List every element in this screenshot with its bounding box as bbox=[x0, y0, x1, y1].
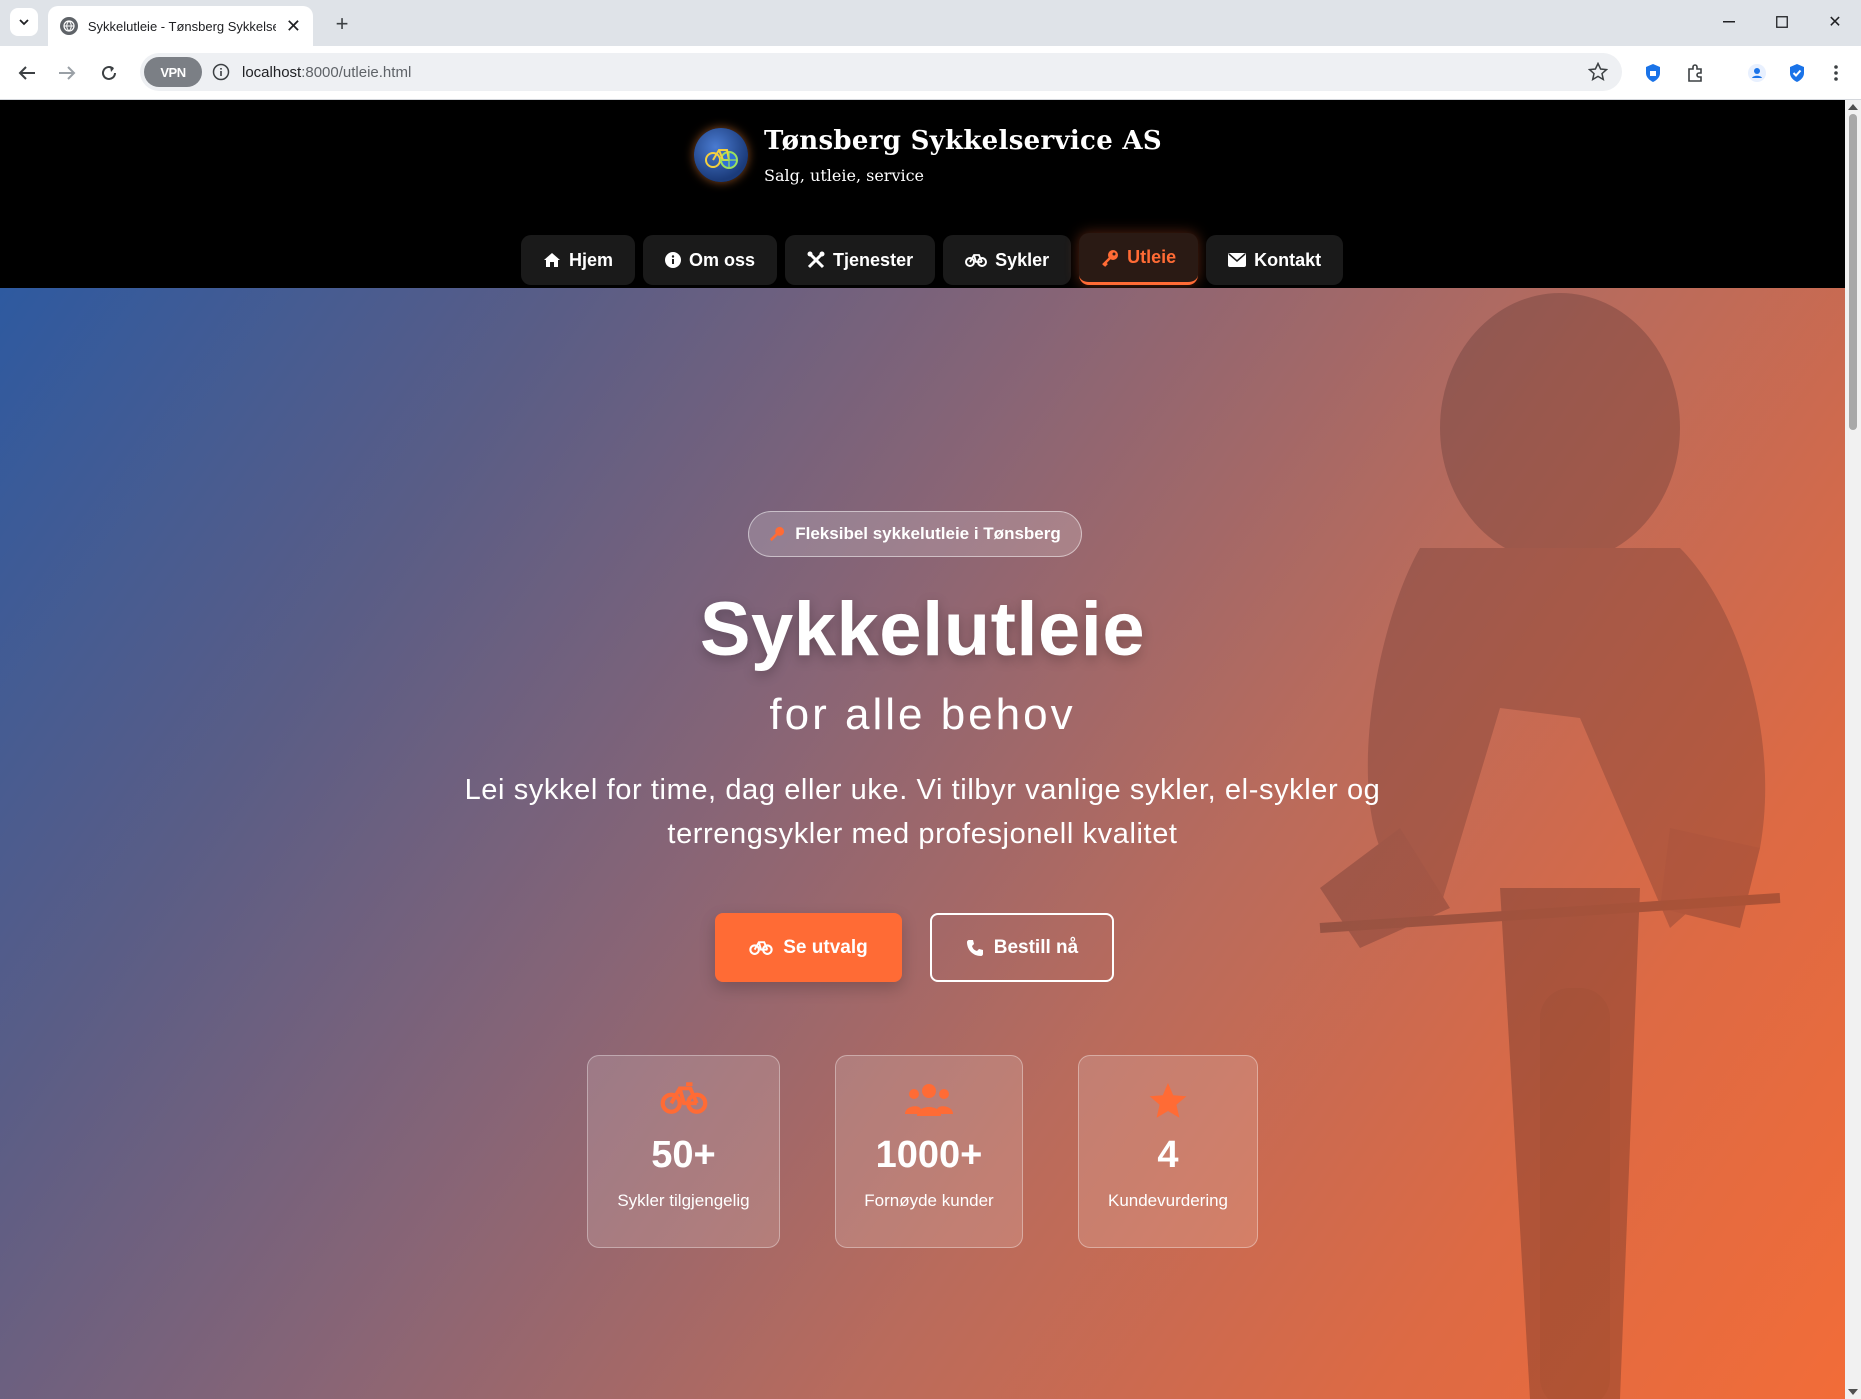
tab-title: Sykkelutleie - Tønsberg Sykkelservice AS bbox=[87, 18, 276, 34]
nav-label: Kontakt bbox=[1254, 249, 1322, 270]
maximize-icon[interactable] bbox=[1762, 8, 1802, 36]
button-label: Se utvalg bbox=[783, 936, 868, 958]
tools-icon bbox=[807, 251, 825, 269]
stat-label: Kundevurdering bbox=[1107, 1191, 1229, 1210]
profile-avatar-icon[interactable] bbox=[1744, 60, 1770, 86]
browser-tab-strip: Sykkelutleie - Tønsberg Sykkelservice AS… bbox=[0, 0, 1861, 46]
site-subtitle: Salg, utleie, service bbox=[764, 166, 925, 185]
chevron-down-icon bbox=[19, 19, 29, 26]
extensions-puzzle-icon[interactable] bbox=[1682, 60, 1708, 86]
forward-arrow-icon[interactable] bbox=[52, 58, 82, 88]
se-utvalg-button[interactable]: Se utvalg bbox=[715, 913, 902, 982]
page-scrollbar[interactable] bbox=[1845, 100, 1861, 1399]
stat-label: Sykler tilgjengelig bbox=[617, 1191, 750, 1210]
bookmark-star-icon[interactable] bbox=[1588, 62, 1608, 82]
url-path: :8000/utleie.html bbox=[301, 63, 412, 81]
nav-label: Sykler bbox=[995, 249, 1050, 270]
nav-item-utleie[interactable]: Utleie bbox=[1079, 233, 1199, 285]
reload-icon[interactable] bbox=[94, 58, 124, 88]
hero-section: Fleksibel sykkelutleie i Tønsberg Sykkel… bbox=[0, 288, 1845, 1399]
users-icon bbox=[905, 1084, 953, 1116]
browser-tab-active[interactable]: Sykkelutleie - Tønsberg Sykkelservice AS… bbox=[48, 6, 313, 46]
nav-label: Tjenester bbox=[833, 249, 914, 270]
globe-icon bbox=[60, 17, 78, 35]
scroll-down-arrow-icon[interactable] bbox=[1848, 1389, 1858, 1395]
stat-label: Fornøyde kunder bbox=[864, 1191, 994, 1210]
scroll-up-arrow-icon[interactable] bbox=[1848, 104, 1858, 110]
key-icon bbox=[770, 526, 785, 542]
phone-icon bbox=[966, 939, 983, 956]
key-icon bbox=[1102, 249, 1119, 267]
hero-badge: Fleksibel sykkelutleie i Tønsberg bbox=[748, 511, 1082, 557]
browser-toolbar: VPN localhost:8000/utleie.html bbox=[0, 46, 1861, 100]
vpn-button[interactable]: VPN bbox=[144, 57, 202, 87]
nav-label: Hjem bbox=[569, 249, 614, 270]
hero-description: Lei sykkel for time, dag eller uke. Vi t… bbox=[464, 774, 1381, 850]
home-icon bbox=[544, 253, 560, 267]
more-menu-icon[interactable] bbox=[1823, 60, 1849, 86]
site-header: Tønsberg Sykkelservice AS Salg, utleie, … bbox=[0, 100, 1845, 288]
stat-card-rating: 4 Kundevurdering bbox=[1078, 1055, 1258, 1248]
stat-value: 50+ bbox=[651, 1134, 716, 1176]
tab-search-button[interactable] bbox=[10, 8, 38, 36]
stat-value: 4 bbox=[1157, 1134, 1179, 1176]
scrollbar-thumb[interactable] bbox=[1849, 114, 1857, 430]
stat-value: 1000+ bbox=[875, 1134, 983, 1176]
minimize-icon[interactable] bbox=[1709, 8, 1749, 36]
back-arrow-icon[interactable] bbox=[12, 58, 42, 88]
bicycle-icon bbox=[749, 941, 773, 955]
nav-item-sykler[interactable]: Sykler bbox=[943, 235, 1072, 285]
site-title: Tønsberg Sykkelservice AS bbox=[764, 126, 1162, 156]
site-info-icon[interactable] bbox=[212, 63, 230, 81]
hero-badge-text: Fleksibel sykkelutleie i Tønsberg bbox=[795, 524, 1061, 543]
close-window-icon[interactable]: ✕ bbox=[1815, 8, 1855, 36]
url-text: localhost:8000/utleie.html bbox=[242, 64, 411, 81]
button-label: Bestill nå bbox=[993, 936, 1079, 958]
stat-card-customers: 1000+ Fornøyde kunder bbox=[835, 1055, 1023, 1248]
tab-close-icon[interactable]: ✕ bbox=[286, 16, 301, 37]
shield-extension-icon[interactable] bbox=[1640, 60, 1666, 86]
nav-item-hjem[interactable]: Hjem bbox=[521, 235, 636, 285]
nav-label: Om oss bbox=[689, 249, 756, 270]
hero-title: Sykkelutleie bbox=[699, 587, 1146, 672]
logo-bicycle-icon bbox=[694, 128, 748, 182]
new-tab-icon[interactable]: + bbox=[328, 10, 356, 38]
bicycle-icon bbox=[965, 254, 988, 267]
url-host: localhost bbox=[242, 63, 302, 81]
star-icon bbox=[1149, 1083, 1187, 1118]
bestill-na-button[interactable]: Bestill nå bbox=[930, 913, 1114, 982]
bicycle-icon bbox=[660, 1082, 707, 1114]
security-shield-icon[interactable] bbox=[1784, 60, 1810, 86]
info-icon bbox=[665, 252, 682, 268]
nav-item-om-oss[interactable]: Om oss bbox=[643, 235, 778, 285]
address-bar[interactable]: VPN localhost:8000/utleie.html bbox=[140, 53, 1622, 91]
hero-subtitle: for alle behov bbox=[769, 690, 1076, 739]
brand[interactable]: Tønsberg Sykkelservice AS Salg, utleie, … bbox=[694, 126, 1162, 185]
envelope-icon bbox=[1228, 253, 1247, 267]
stat-card-bikes: 50+ Sykler tilgjengelig bbox=[587, 1055, 780, 1248]
web-page: Tønsberg Sykkelservice AS Salg, utleie, … bbox=[0, 100, 1845, 1399]
vpn-label: VPN bbox=[160, 64, 186, 80]
nav-label: Utleie bbox=[1127, 247, 1177, 267]
nav-item-tjenester[interactable]: Tjenester bbox=[785, 235, 936, 285]
nav-item-kontakt[interactable]: Kontakt bbox=[1206, 235, 1344, 285]
main-navigation: Hjem Om oss Tjenester Sykler Utleie Kont… bbox=[521, 233, 1344, 285]
